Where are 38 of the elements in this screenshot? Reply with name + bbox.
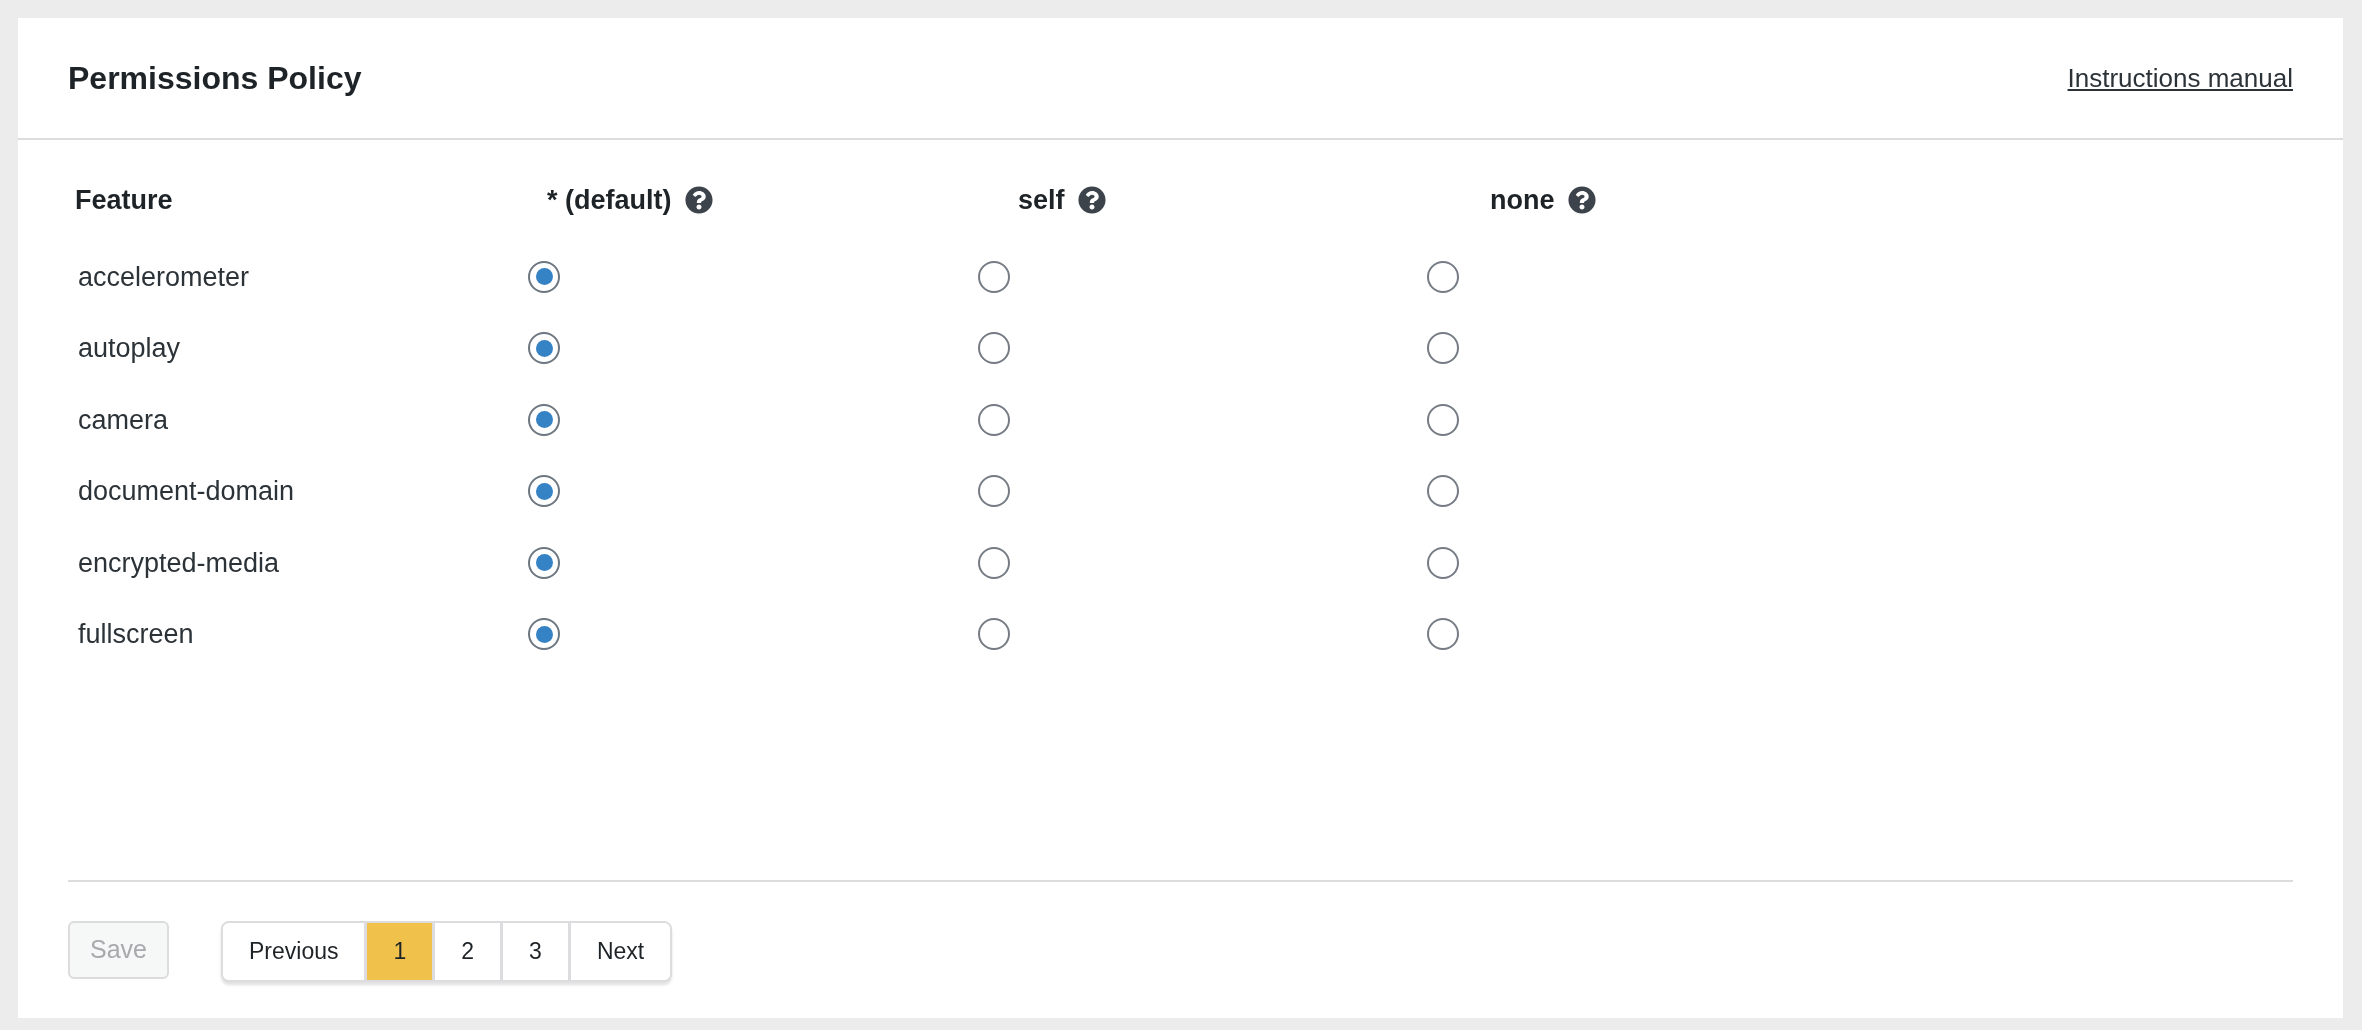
help-icon[interactable] [684,186,713,214]
column-header: none [1490,183,1555,217]
radio-button[interactable] [978,546,1010,579]
feature-name: fullscreen [78,618,194,651]
panel-title: Permissions Policy [68,62,362,94]
radio-button[interactable] [978,403,1010,436]
pagination-button[interactable]: 3 [500,923,568,980]
instructions-link[interactable]: Instructions manual [2067,61,2293,95]
help-icon[interactable] [1077,186,1106,214]
feature-name: camera [78,403,169,437]
radio-button[interactable] [978,618,1010,651]
radio-button[interactable] [978,475,1010,508]
pagination-button[interactable]: 1 [364,923,433,980]
feature-name: encrypted-media [78,546,280,580]
radio-button[interactable] [528,546,560,579]
radio-button[interactable] [1427,475,1459,508]
column-header: * (default) [547,183,672,217]
pagination-button[interactable]: Previous [223,923,365,980]
radio-button[interactable] [978,260,1010,293]
column-header: self [1018,183,1065,217]
radio-button[interactable] [528,332,560,365]
feature-name: autoplay [78,332,181,365]
radio-button[interactable] [978,332,1010,365]
feature-name: document-domain [78,475,295,508]
radio-button[interactable] [528,260,560,293]
radio-button[interactable] [1427,403,1459,436]
feature-name: accelerometer [78,260,250,294]
radio-button[interactable] [528,475,560,508]
radio-button[interactable] [1427,260,1459,293]
radio-button[interactable] [1427,332,1459,365]
radio-button[interactable] [528,403,560,436]
radio-button[interactable] [1427,546,1459,579]
pagination-button[interactable]: 2 [432,923,501,980]
column-header: Feature [75,183,173,217]
pagination-button[interactable]: Next [567,923,671,980]
help-icon[interactable] [1567,186,1596,214]
radio-button[interactable] [528,618,560,651]
radio-button[interactable] [1427,618,1459,651]
